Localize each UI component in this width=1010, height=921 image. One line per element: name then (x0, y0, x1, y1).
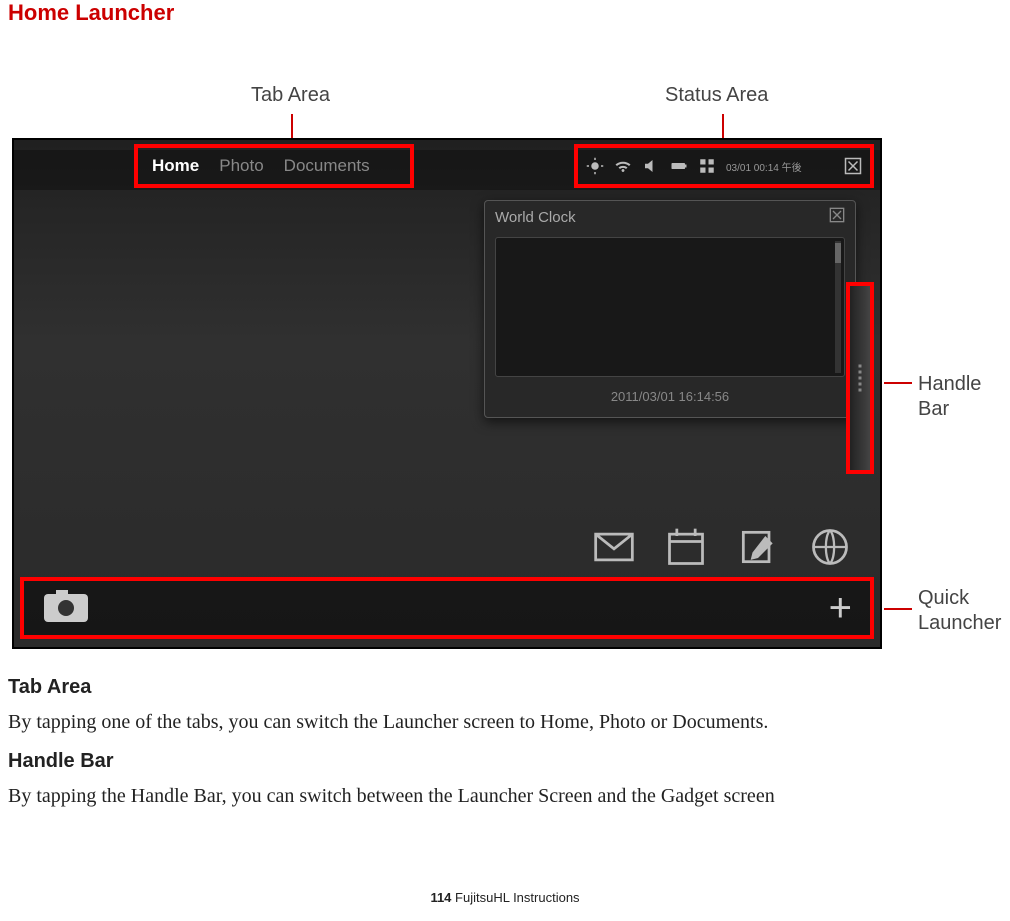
handle-bar[interactable] (846, 282, 874, 474)
add-icon[interactable]: + (829, 586, 852, 631)
world-clock-close-icon[interactable] (829, 207, 845, 227)
tab-home[interactable]: Home (152, 156, 199, 176)
handle-bar-grip-icon (859, 365, 862, 392)
world-clock-scrollbar[interactable] (835, 241, 841, 373)
note-icon[interactable] (736, 525, 780, 569)
battery-icon[interactable] (670, 157, 688, 175)
wifi-icon[interactable] (614, 157, 632, 175)
volume-icon[interactable] (642, 157, 660, 175)
close-icon[interactable] (844, 157, 862, 175)
status-area[interactable]: 03/01 00:14 午後 (574, 144, 874, 188)
tray-icons (592, 525, 852, 569)
world-clock-timestamp: 2011/03/01 16:14:56 (485, 381, 855, 414)
leader-quick-launcher (884, 608, 912, 610)
figure: Tab Area Status Area Handle Bar Quick La… (8, 46, 1002, 656)
world-clock-title: World Clock (495, 209, 576, 226)
footer-label: FujitsuHL Instructions (451, 890, 579, 905)
status-clock-text: 03/01 00:14 午後 (726, 159, 802, 174)
launcher-screenshot: Home Photo Documents 03/01 00:14 午後 Worl… (12, 138, 882, 649)
paragraph-handle-bar: By tapping the Handle Bar, you can switc… (8, 783, 1002, 810)
heading-tab-area: Tab Area (8, 676, 1002, 699)
page-footer: 114 FujitsuHL Instructions (8, 890, 1002, 905)
world-clock-widget[interactable]: World Clock 2011/03/01 16:14:56 (484, 200, 856, 418)
world-icon[interactable] (808, 525, 852, 569)
heading-handle-bar: Handle Bar (8, 750, 1002, 773)
body-text: Tab Area By tapping one of the tabs, you… (8, 676, 1002, 810)
tab-documents[interactable]: Documents (284, 156, 370, 176)
tab-area[interactable]: Home Photo Documents (134, 144, 414, 188)
page-title: Home Launcher (8, 0, 1002, 26)
label-tab-area: Tab Area (251, 84, 330, 107)
camera-icon[interactable] (42, 588, 90, 629)
calendar-icon[interactable] (664, 525, 708, 569)
grid-icon[interactable] (698, 157, 716, 175)
world-clock-body (495, 237, 845, 377)
brightness-icon[interactable] (586, 157, 604, 175)
tab-photo[interactable]: Photo (219, 156, 263, 176)
leader-handle-bar (884, 382, 912, 384)
label-handle-bar: Handle Bar (918, 372, 1002, 422)
page-number: 114 (430, 890, 451, 905)
label-status-area: Status Area (665, 84, 768, 107)
label-quick-launcher: Quick Launcher (918, 586, 1001, 636)
quick-launcher[interactable]: + (20, 577, 874, 639)
paragraph-tab-area: By tapping one of the tabs, you can swit… (8, 709, 1002, 736)
mail-icon[interactable] (592, 525, 636, 569)
